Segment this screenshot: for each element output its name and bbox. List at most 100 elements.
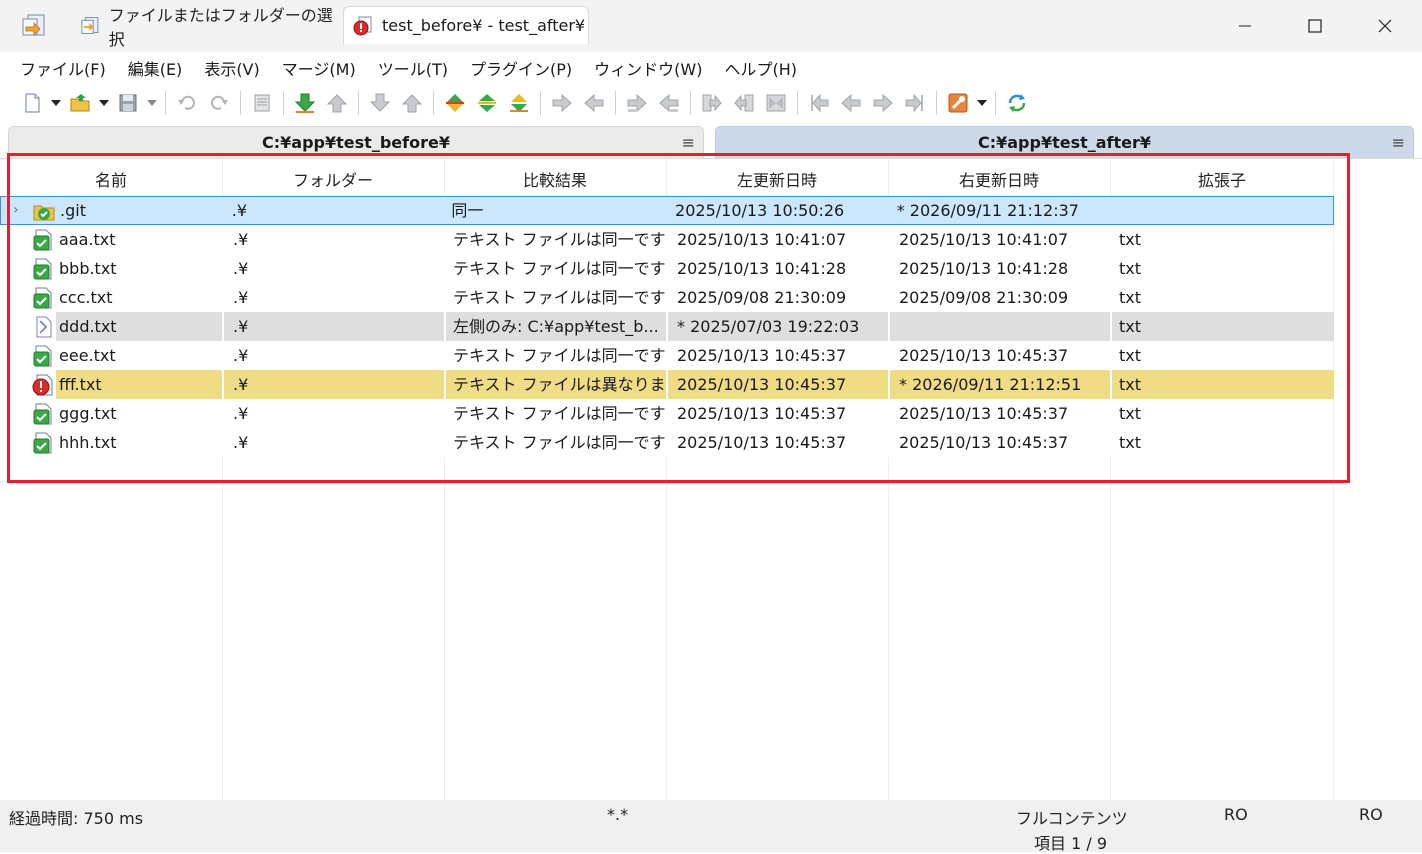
tools-wrench-icon — [948, 93, 968, 113]
save-dropdown[interactable] — [146, 89, 158, 117]
first-diff-button[interactable] — [441, 89, 469, 117]
toolbar-separator — [358, 91, 359, 115]
arrow-up-gray-icon — [326, 94, 348, 113]
file-folder-tab-icon — [81, 17, 99, 35]
new-button[interactable] — [18, 89, 46, 117]
prev-diff-button[interactable] — [323, 89, 351, 117]
copy-all-both-icon — [766, 94, 786, 112]
close-icon — [1378, 19, 1392, 33]
options-dropdown[interactable] — [976, 89, 988, 117]
new-document-icon — [25, 93, 40, 113]
next-diff-button[interactable] — [291, 89, 319, 117]
maximize-icon — [1308, 19, 1322, 33]
tab-open-dialog-label: ファイルまたはフォルダーの選択 — [108, 6, 333, 49]
arrow-down-gray-icon — [369, 93, 391, 112]
new-dropdown[interactable] — [50, 89, 62, 117]
first-diff-icon — [446, 94, 464, 112]
copy-all-right-icon — [702, 94, 722, 112]
copy-left-advance-button[interactable] — [655, 89, 683, 117]
prev-page-icon — [841, 93, 861, 113]
menu-edit[interactable]: 編集(E) — [128, 56, 183, 80]
print-icon — [254, 94, 270, 112]
arrow-up-gray-icon — [401, 94, 423, 113]
status-right-readonly[interactable]: RO — [1359, 805, 1383, 824]
status-filter[interactable]: *.* — [607, 805, 628, 824]
prev-file-button[interactable] — [398, 89, 426, 117]
menu-file[interactable]: ファイル(F) — [20, 56, 106, 80]
status-compare-method[interactable]: フルコンテンツ — [1016, 805, 1128, 829]
copy-all-right-button[interactable] — [698, 89, 726, 117]
status-item-count: 項目 1 / 9 — [1034, 834, 1108, 853]
copy-right-button[interactable] — [548, 89, 576, 117]
last-file-icon — [905, 93, 923, 113]
first-file-icon — [811, 93, 829, 113]
open-folder-icon — [70, 94, 90, 112]
copy-all-left-icon — [734, 94, 754, 112]
toolbar-separator — [936, 91, 937, 115]
compare-diff-tab-icon — [353, 16, 372, 35]
toolbar-separator — [995, 91, 996, 115]
options-button[interactable] — [944, 89, 972, 117]
tab-open-dialog[interactable]: ファイルまたはフォルダーの選択 — [70, 6, 335, 49]
copy-all-both-button[interactable] — [762, 89, 790, 117]
menu-help[interactable]: ヘルプ(H) — [724, 56, 797, 80]
left-path-label: C:¥app¥test_before¥ — [262, 133, 450, 152]
toolbar-separator — [615, 91, 616, 115]
status-elapsed-time: 経過時間: 750 ms — [9, 809, 144, 828]
maximize-button[interactable] — [1292, 8, 1338, 44]
undo-button[interactable] — [173, 89, 201, 117]
toolbar-separator — [433, 91, 434, 115]
status-bar: 経過時間: 750 ms *.* フルコンテンツ 項目 1 / 9 RO RO — [0, 800, 1422, 853]
refresh-button[interactable] — [1003, 89, 1031, 117]
next-page-button[interactable] — [869, 89, 897, 117]
toolbar-separator — [797, 91, 798, 115]
next-page-icon — [873, 93, 893, 113]
minimize-button[interactable] — [1222, 8, 1268, 44]
chevron-down-icon — [99, 100, 109, 106]
copy-left-advance-icon — [659, 93, 679, 113]
first-file-button[interactable] — [805, 89, 833, 117]
current-diff-button[interactable] — [473, 89, 501, 117]
redo-icon — [211, 95, 228, 110]
save-button[interactable] — [114, 89, 142, 117]
toolbar-separator — [283, 91, 284, 115]
minimize-icon — [1239, 25, 1251, 27]
last-diff-button[interactable] — [505, 89, 533, 117]
last-file-button[interactable] — [901, 89, 929, 117]
arrow-right-gray-icon — [552, 93, 572, 113]
prev-page-button[interactable] — [837, 89, 865, 117]
annotation-highlight-box — [7, 153, 1350, 483]
refresh-icon — [1008, 94, 1026, 112]
print-button[interactable] — [248, 89, 276, 117]
chevron-down-icon — [147, 100, 157, 106]
copy-left-button[interactable] — [580, 89, 608, 117]
menu-plugins[interactable]: プラグイン(P) — [470, 56, 572, 80]
redo-button[interactable] — [205, 89, 233, 117]
menu-view[interactable]: 表示(V) — [204, 56, 259, 80]
status-left-readonly[interactable]: RO — [1224, 805, 1248, 824]
toolbar — [0, 84, 1422, 122]
menu-tools[interactable]: ツール(T) — [378, 56, 448, 80]
open-dropdown[interactable] — [98, 89, 110, 117]
toolbar-separator — [165, 91, 166, 115]
save-disk-icon — [119, 94, 137, 112]
right-path-label: C:¥app¥test_after¥ — [977, 133, 1152, 152]
close-button[interactable] — [1362, 8, 1408, 44]
last-diff-icon — [510, 94, 528, 112]
menu-window[interactable]: ウィンドウ(W) — [594, 56, 702, 80]
winmerge-app-icon[interactable] — [20, 13, 48, 39]
menu-bar: ファイル(F) 編集(E) 表示(V) マージ(M) ツール(T) プラグイン(… — [0, 52, 1422, 84]
open-button[interactable] — [66, 89, 94, 117]
copy-all-left-button[interactable] — [730, 89, 758, 117]
copy-right-advance-icon — [627, 93, 647, 113]
toolbar-separator — [240, 91, 241, 115]
next-file-button[interactable] — [366, 89, 394, 117]
right-path-menu-icon[interactable]: ≡ — [1392, 127, 1405, 159]
current-diff-icon — [478, 94, 496, 112]
toolbar-separator — [540, 91, 541, 115]
menu-merge[interactable]: マージ(M) — [282, 56, 356, 80]
tab-compare-label: test_before¥ - test_after¥ — [382, 16, 586, 35]
copy-right-advance-button[interactable] — [623, 89, 651, 117]
arrow-down-green-icon — [294, 93, 316, 113]
tab-compare[interactable]: test_before¥ - test_after¥ — [343, 6, 589, 44]
